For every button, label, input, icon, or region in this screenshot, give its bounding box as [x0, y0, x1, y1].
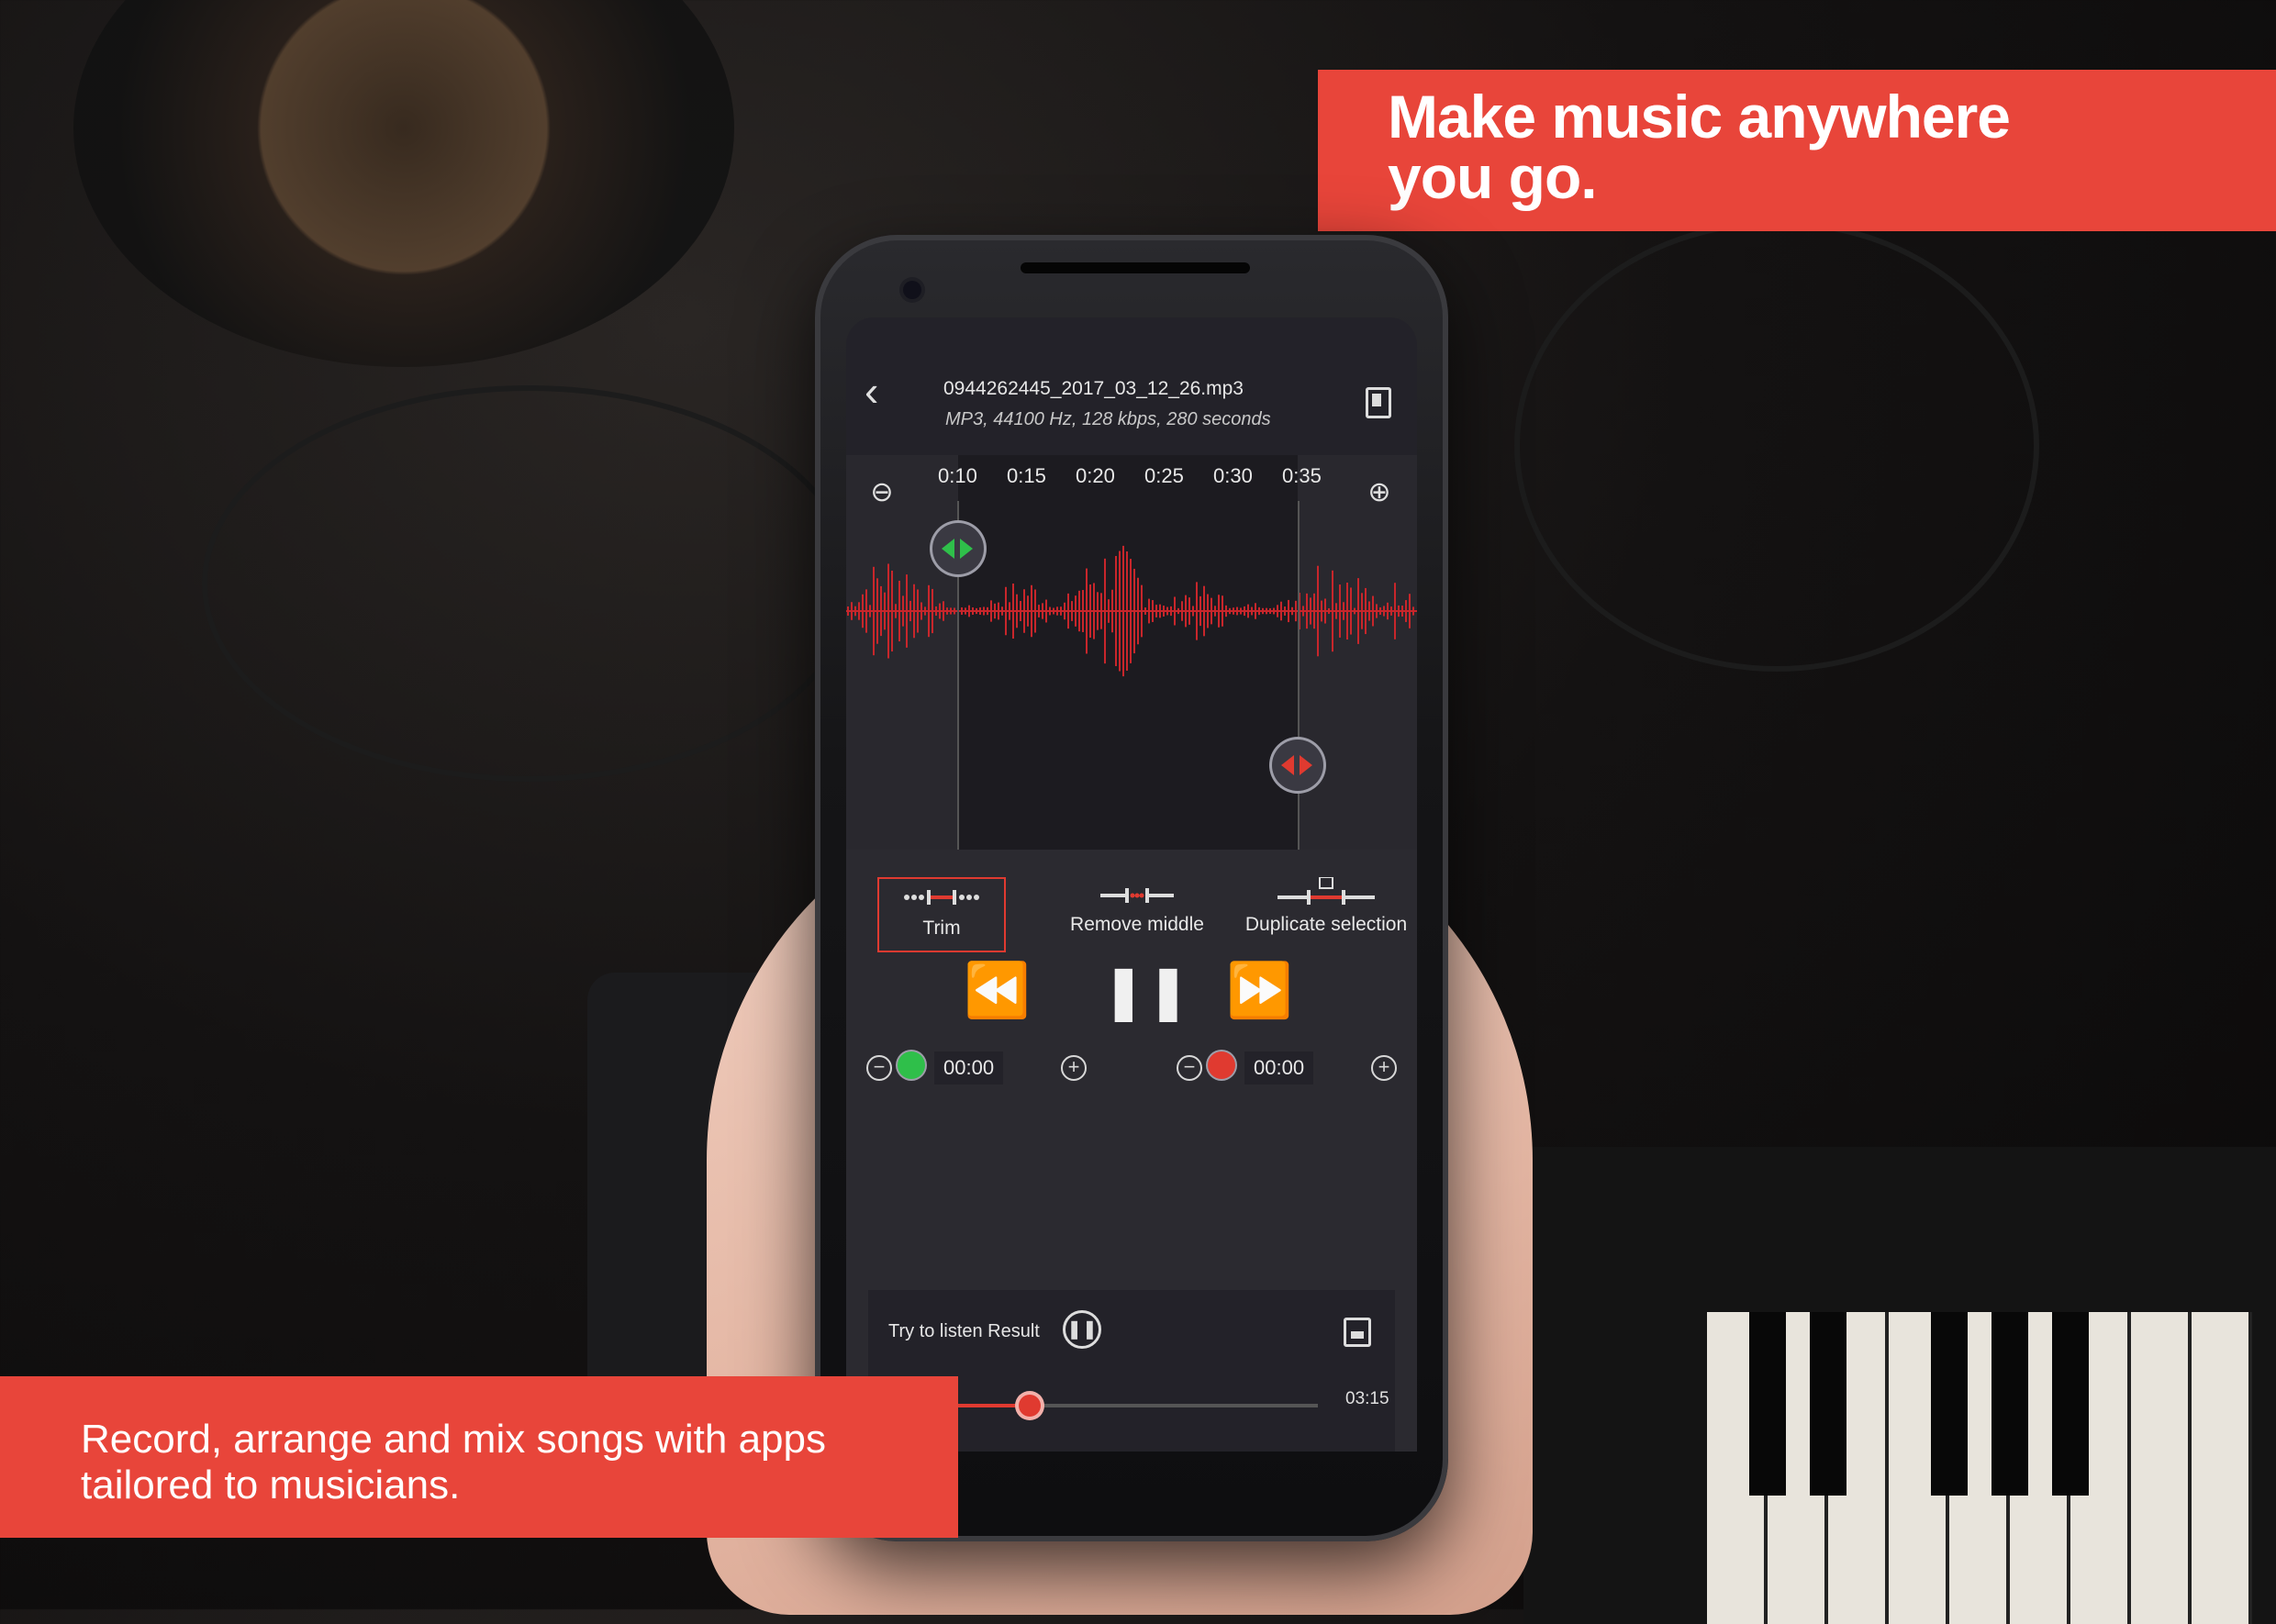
- tagline-banner: Record, arrange and mix songs with apps …: [0, 1376, 958, 1538]
- back-arrow-icon[interactable]: ‹: [865, 370, 901, 412]
- trim-label: Trim: [922, 918, 961, 939]
- timeline-tick: 0:20: [1076, 464, 1115, 487]
- waveform-timeline[interactable]: ⊖ ⊕ 0:10 0:15 0:20 0:25 0:30 0:35: [846, 455, 1417, 850]
- cable-coil: [1514, 220, 2039, 672]
- start-marker-icon: [898, 1051, 925, 1079]
- start-increment-icon[interactable]: +: [1061, 1055, 1087, 1081]
- duplicate-selection-icon: [1241, 876, 1411, 907]
- pause-button[interactable]: ❚❚: [1101, 960, 1190, 1022]
- end-time-counter: − 00:00 +: [1177, 1048, 1406, 1088]
- studio-speaker: [73, 0, 734, 367]
- timeline-tick: 0:30: [1213, 464, 1253, 487]
- duplicate-selection-tool-button[interactable]: Duplicate selection: [1241, 876, 1411, 936]
- start-decrement-icon[interactable]: −: [866, 1055, 892, 1081]
- cable-coil: [202, 385, 855, 782]
- duplicate-selection-label: Duplicate selection: [1244, 914, 1408, 935]
- headline-text: Make music anywhere you go.: [1388, 83, 2011, 211]
- app-header: ‹ 0944262445_2017_03_12_26.mp3 MP3, 4410…: [846, 317, 1417, 455]
- result-pause-icon[interactable]: ❚❚: [1063, 1310, 1101, 1349]
- zoom-out-icon[interactable]: ⊖: [868, 479, 896, 506]
- file-name: 0944262445_2017_03_12_26.mp3: [943, 378, 1244, 399]
- end-handle[interactable]: [1272, 740, 1323, 791]
- timeline-tick: 0:25: [1144, 464, 1184, 487]
- app-screen: ‹ 0944262445_2017_03_12_26.mp3 MP3, 4410…: [846, 317, 1417, 1452]
- earpiece: [1021, 262, 1250, 273]
- remove-middle-icon: [1050, 877, 1224, 907]
- remove-middle-tool-button[interactable]: Remove middle: [1050, 877, 1224, 936]
- start-time-value[interactable]: 00:00: [934, 1051, 1004, 1085]
- end-decrement-icon[interactable]: −: [1177, 1055, 1202, 1081]
- result-progress-knob[interactable]: [1019, 1395, 1042, 1417]
- end-marker-line: [1298, 501, 1300, 850]
- end-time-value[interactable]: 00:00: [1244, 1051, 1314, 1085]
- midi-keyboard: [1523, 1147, 2276, 1624]
- document-icon[interactable]: [1366, 387, 1391, 418]
- trim-icon: [879, 879, 1004, 908]
- remove-middle-label: Remove middle: [1070, 914, 1204, 935]
- end-marker-icon: [1208, 1051, 1235, 1079]
- end-increment-icon[interactable]: +: [1371, 1055, 1397, 1081]
- save-icon[interactable]: [1344, 1318, 1371, 1347]
- zoom-in-icon[interactable]: ⊕: [1366, 479, 1393, 506]
- rewind-button[interactable]: ⏪: [964, 960, 1030, 1022]
- result-duration: 03:15: [1345, 1389, 1389, 1408]
- timeline-tick: 0:35: [1282, 464, 1322, 487]
- forward-button[interactable]: ⏩: [1226, 960, 1292, 1022]
- start-handle[interactable]: [932, 523, 984, 574]
- headline-banner: Make music anywhere you go.: [1318, 70, 2276, 231]
- trim-tool-button[interactable]: Trim: [877, 877, 1006, 952]
- result-label: Try to listen Result: [888, 1321, 1040, 1341]
- timeline-tick: 0:10: [938, 464, 977, 487]
- tagline-text: Record, arrange and mix songs with apps …: [81, 1417, 826, 1507]
- file-meta: MP3, 44100 Hz, 128 kbps, 280 seconds: [945, 409, 1271, 429]
- start-time-counter: − 00:00 +: [866, 1048, 1096, 1088]
- front-camera: [903, 281, 921, 299]
- timeline-tick: 0:15: [1007, 464, 1046, 487]
